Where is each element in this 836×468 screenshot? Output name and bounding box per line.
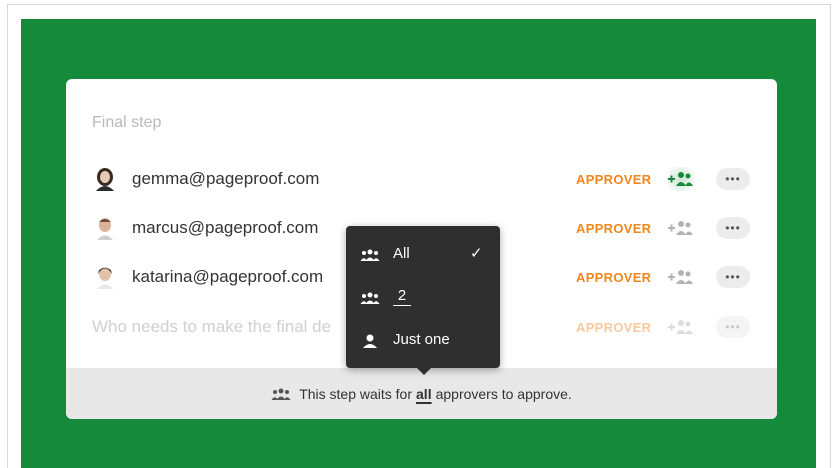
avatar bbox=[97, 267, 113, 289]
menu-option-count[interactable]: 2 bbox=[346, 277, 500, 317]
approver-row: gemma@pageproof.com APPROVER ••• bbox=[66, 159, 777, 199]
role-label[interactable]: APPROVER bbox=[576, 270, 651, 285]
more-options-button[interactable]: ••• bbox=[716, 316, 750, 338]
approver-email: katarina@pageproof.com bbox=[132, 267, 324, 286]
add-approver-button[interactable] bbox=[664, 265, 698, 289]
add-person-icon bbox=[668, 172, 693, 186]
more-options-button[interactable]: ••• bbox=[716, 266, 750, 288]
add-person-icon bbox=[668, 221, 693, 235]
more-options-button[interactable]: ••• bbox=[716, 168, 750, 190]
footer-text-prefix: This step waits for bbox=[299, 385, 413, 402]
group-icon bbox=[271, 388, 291, 400]
approval-mode-toggle[interactable]: all bbox=[416, 386, 432, 402]
check-icon: ✓ bbox=[470, 245, 483, 262]
footer-text-suffix: approvers to approve. bbox=[435, 385, 572, 402]
group-icon bbox=[360, 291, 380, 305]
add-approver-button[interactable] bbox=[664, 167, 698, 191]
menu-option-label: All bbox=[393, 245, 410, 262]
avatar bbox=[97, 218, 113, 240]
approval-mode-menu: All ✓ 2 Just one bbox=[346, 226, 500, 375]
avatar bbox=[96, 168, 114, 191]
menu-option-just-one[interactable]: Just one bbox=[346, 320, 500, 360]
role-label[interactable]: APPROVER bbox=[576, 172, 651, 187]
person-icon bbox=[360, 334, 380, 348]
add-person-icon bbox=[668, 320, 693, 334]
add-approver-button[interactable] bbox=[664, 315, 698, 339]
role-label[interactable]: APPROVER bbox=[576, 221, 651, 236]
menu-option-label: Just one bbox=[393, 331, 450, 348]
more-options-button[interactable]: ••• bbox=[716, 217, 750, 239]
menu-option-all[interactable]: All ✓ bbox=[346, 234, 500, 274]
role-label[interactable]: APPROVER bbox=[576, 320, 651, 335]
group-icon bbox=[360, 248, 380, 262]
approver-email: marcus@pageproof.com bbox=[132, 218, 319, 237]
new-approver-input[interactable]: Who needs to make the final de bbox=[92, 317, 331, 337]
add-approver-button[interactable] bbox=[664, 216, 698, 240]
approver-email: gemma@pageproof.com bbox=[132, 169, 320, 188]
add-person-icon bbox=[668, 270, 693, 284]
step-title[interactable]: Final step bbox=[92, 114, 161, 132]
approver-count-input[interactable]: 2 bbox=[393, 287, 411, 306]
step-footer: This step waits for all approvers to app… bbox=[66, 368, 777, 419]
